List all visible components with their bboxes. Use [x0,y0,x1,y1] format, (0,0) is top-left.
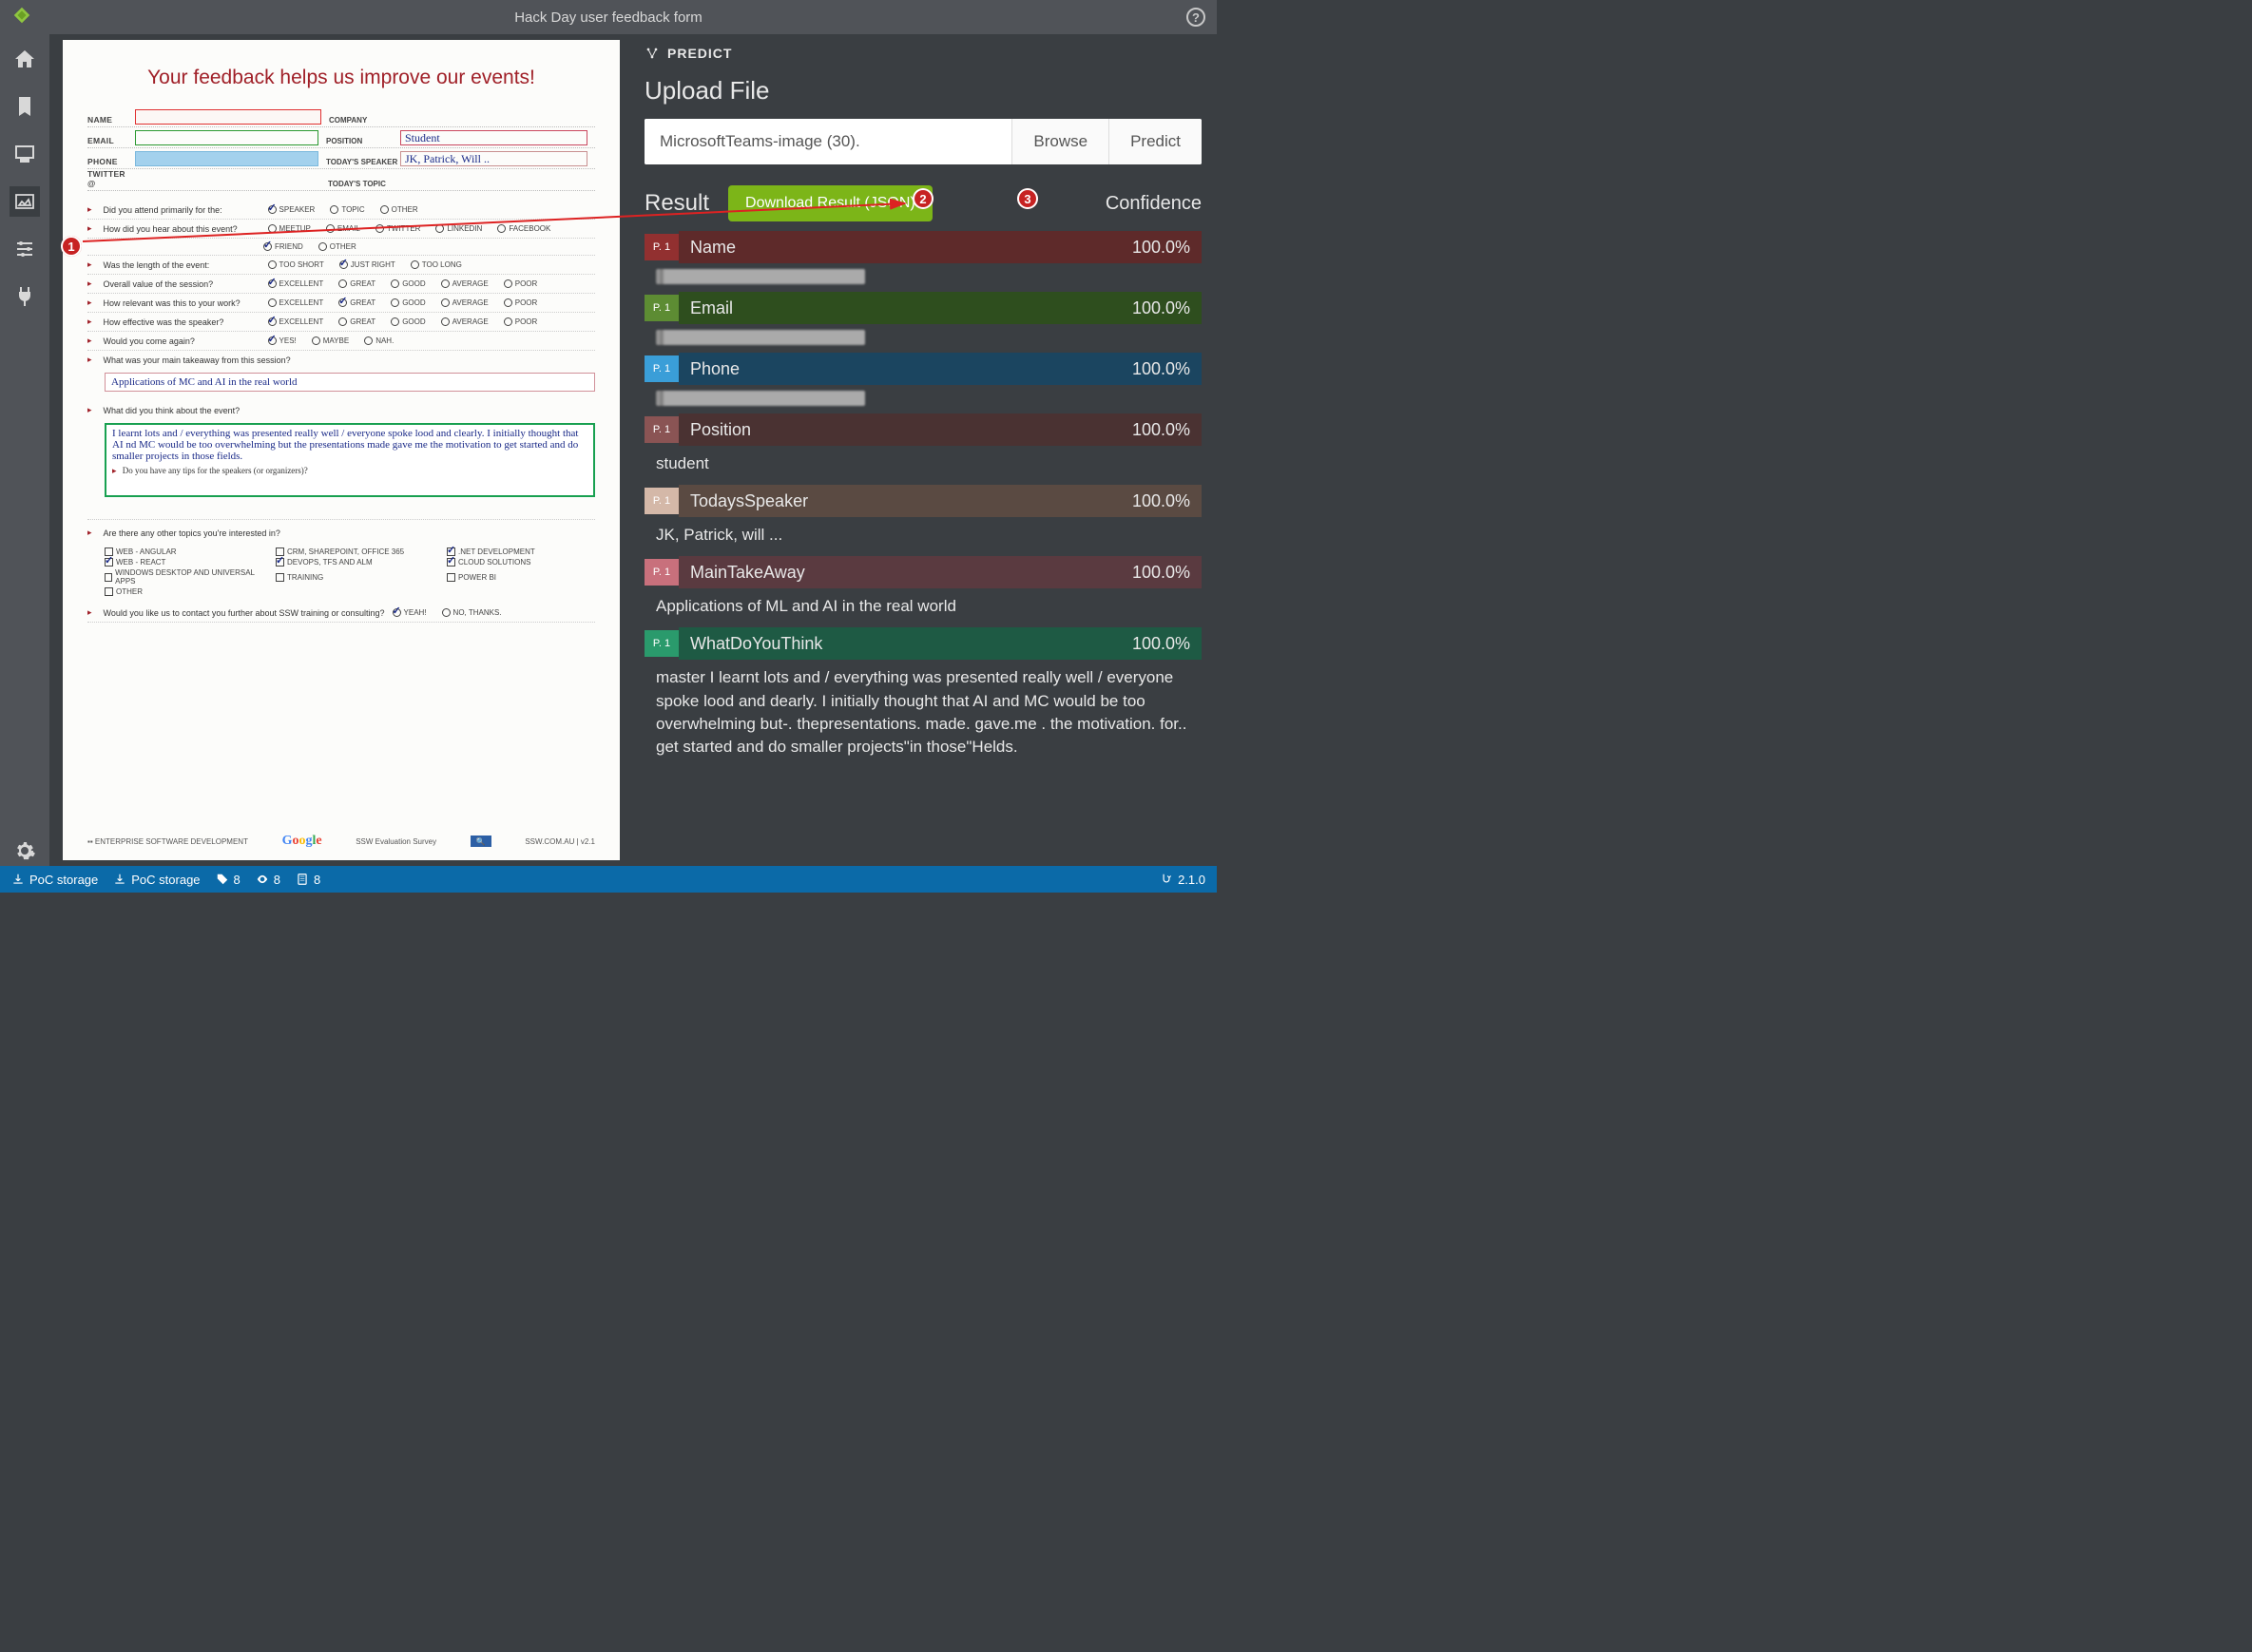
result-field-name: Email [690,298,733,318]
upload-title: Upload File [645,76,1202,106]
result-row[interactable]: P. 1 Email 100.0% [645,292,1202,324]
result-confidence: 100.0% [1132,298,1190,318]
result-label-bar: Email 100.0% [679,292,1202,324]
result-row[interactable]: P. 1 Name 100.0% [645,231,1202,263]
predict-panel: PREDICT Upload File Browse Predict Resul… [629,34,1217,866]
result-row[interactable]: P. 1 MainTakeAway 100.0% [645,556,1202,588]
field-position: Student [400,130,587,145]
result-page-badge: P. 1 [645,416,679,443]
status-views[interactable]: 8 [256,873,280,887]
field-email [135,130,318,145]
result-label-bar: WhatDoYouThink 100.0% [679,627,1202,660]
result-confidence: 100.0% [1132,420,1190,440]
result-label-bar: Phone 100.0% [679,353,1202,385]
document-preview[interactable]: Your feedback helps us improve our event… [49,34,629,866]
result-confidence: 100.0% [1132,563,1190,583]
result-field-name: Phone [690,359,740,379]
status-version: 2.1.0 [1160,873,1205,887]
result-field-name: TodaysSpeaker [690,491,808,511]
result-row[interactable]: P. 1 Position 100.0% [645,413,1202,446]
search-icon: 🔍 [471,836,491,847]
callout-3: 3 [1017,188,1038,209]
field-speaker: JK, Patrick, Will .. [400,151,587,166]
result-value-redacted [656,330,865,345]
statusbar: PoC storage PoC storage 8 8 8 2.1.0 [0,866,1217,893]
result-label-bar: TodaysSpeaker 100.0% [679,485,1202,517]
result-field-name: Position [690,420,751,440]
result-confidence: 100.0% [1132,359,1190,379]
result-page-badge: P. 1 [645,630,679,657]
status-assets[interactable]: 8 [296,873,320,887]
upload-filename-input[interactable] [645,119,1011,164]
sidebar-monitor[interactable] [10,139,40,169]
sidebar [0,34,49,866]
takeaway-box: Applications of MC and AI in the real wo… [105,373,595,392]
result-row[interactable]: P. 1 Phone 100.0% [645,353,1202,385]
result-title: Result [645,190,709,217]
result-page-badge: P. 1 [645,559,679,586]
download-json-button[interactable]: Download Result (JSON) [728,185,933,221]
result-label-bar: MainTakeAway 100.0% [679,556,1202,588]
result-value: student [645,448,1202,485]
topics-grid: WEB - ANGULAR CRM, SHAREPOINT, OFFICE 36… [87,547,595,596]
result-value: master I learnt lots and / everything wa… [645,662,1202,768]
result-field-name: Name [690,238,736,258]
predict-header: PREDICT [645,46,1202,61]
result-confidence: 100.0% [1132,491,1190,511]
result-label-bar: Name 100.0% [679,231,1202,263]
sidebar-image-area[interactable] [10,186,40,217]
predict-button[interactable]: Predict [1108,119,1202,164]
status-storage-2[interactable]: PoC storage [113,873,200,887]
topbar: Hack Day user feedback form ? [0,0,1217,34]
browse-button[interactable]: Browse [1011,119,1108,164]
page-title: Hack Day user feedback form [514,10,703,26]
result-field-name: WhatDoYouThink [690,634,822,654]
sidebar-bookmark[interactable] [10,91,40,122]
result-page-badge: P. 1 [645,234,679,260]
document-footer: ▪▪ ENTERPRISE SOFTWARE DEVELOPMENT Googl… [87,834,595,849]
sidebar-home[interactable] [10,44,40,74]
callout-1: 1 [61,236,82,257]
results-list: P. 1 Name 100.0% P. 1 Email 100.0% P. 1 Phone 10… [645,231,1202,768]
result-label-bar: Position 100.0% [679,413,1202,446]
result-page-badge: P. 1 [645,295,679,321]
result-field-name: MainTakeAway [690,563,805,583]
result-row[interactable]: P. 1 TodaysSpeaker 100.0% [645,485,1202,517]
result-value: Applications of ML and AI in the real wo… [645,590,1202,627]
status-tags[interactable]: 8 [216,873,241,887]
upload-row: Browse Predict [645,119,1202,164]
tag-icon [11,5,32,30]
result-value: JK, Patrick, will ... [645,519,1202,556]
sidebar-sliders[interactable] [10,234,40,264]
result-page-badge: P. 1 [645,488,679,514]
help-icon[interactable]: ? [1186,8,1205,27]
scanned-form: Your feedback helps us improve our event… [63,40,620,860]
field-phone [135,151,318,166]
form-title: Your feedback helps us improve our event… [87,67,595,89]
think-box: I learnt lots and / everything was prese… [105,423,595,497]
result-confidence: 100.0% [1132,238,1190,258]
result-confidence: 100.0% [1132,634,1190,654]
result-row[interactable]: P. 1 WhatDoYouThink 100.0% [645,627,1202,660]
result-page-badge: P. 1 [645,355,679,382]
status-storage-1[interactable]: PoC storage [11,873,98,887]
sidebar-plug[interactable] [10,281,40,312]
result-value-redacted [656,391,865,406]
field-name [135,109,321,125]
callout-2: 2 [913,188,934,209]
confidence-title: Confidence [1106,193,1202,215]
sidebar-settings[interactable] [10,836,40,866]
result-value-redacted [656,269,865,284]
